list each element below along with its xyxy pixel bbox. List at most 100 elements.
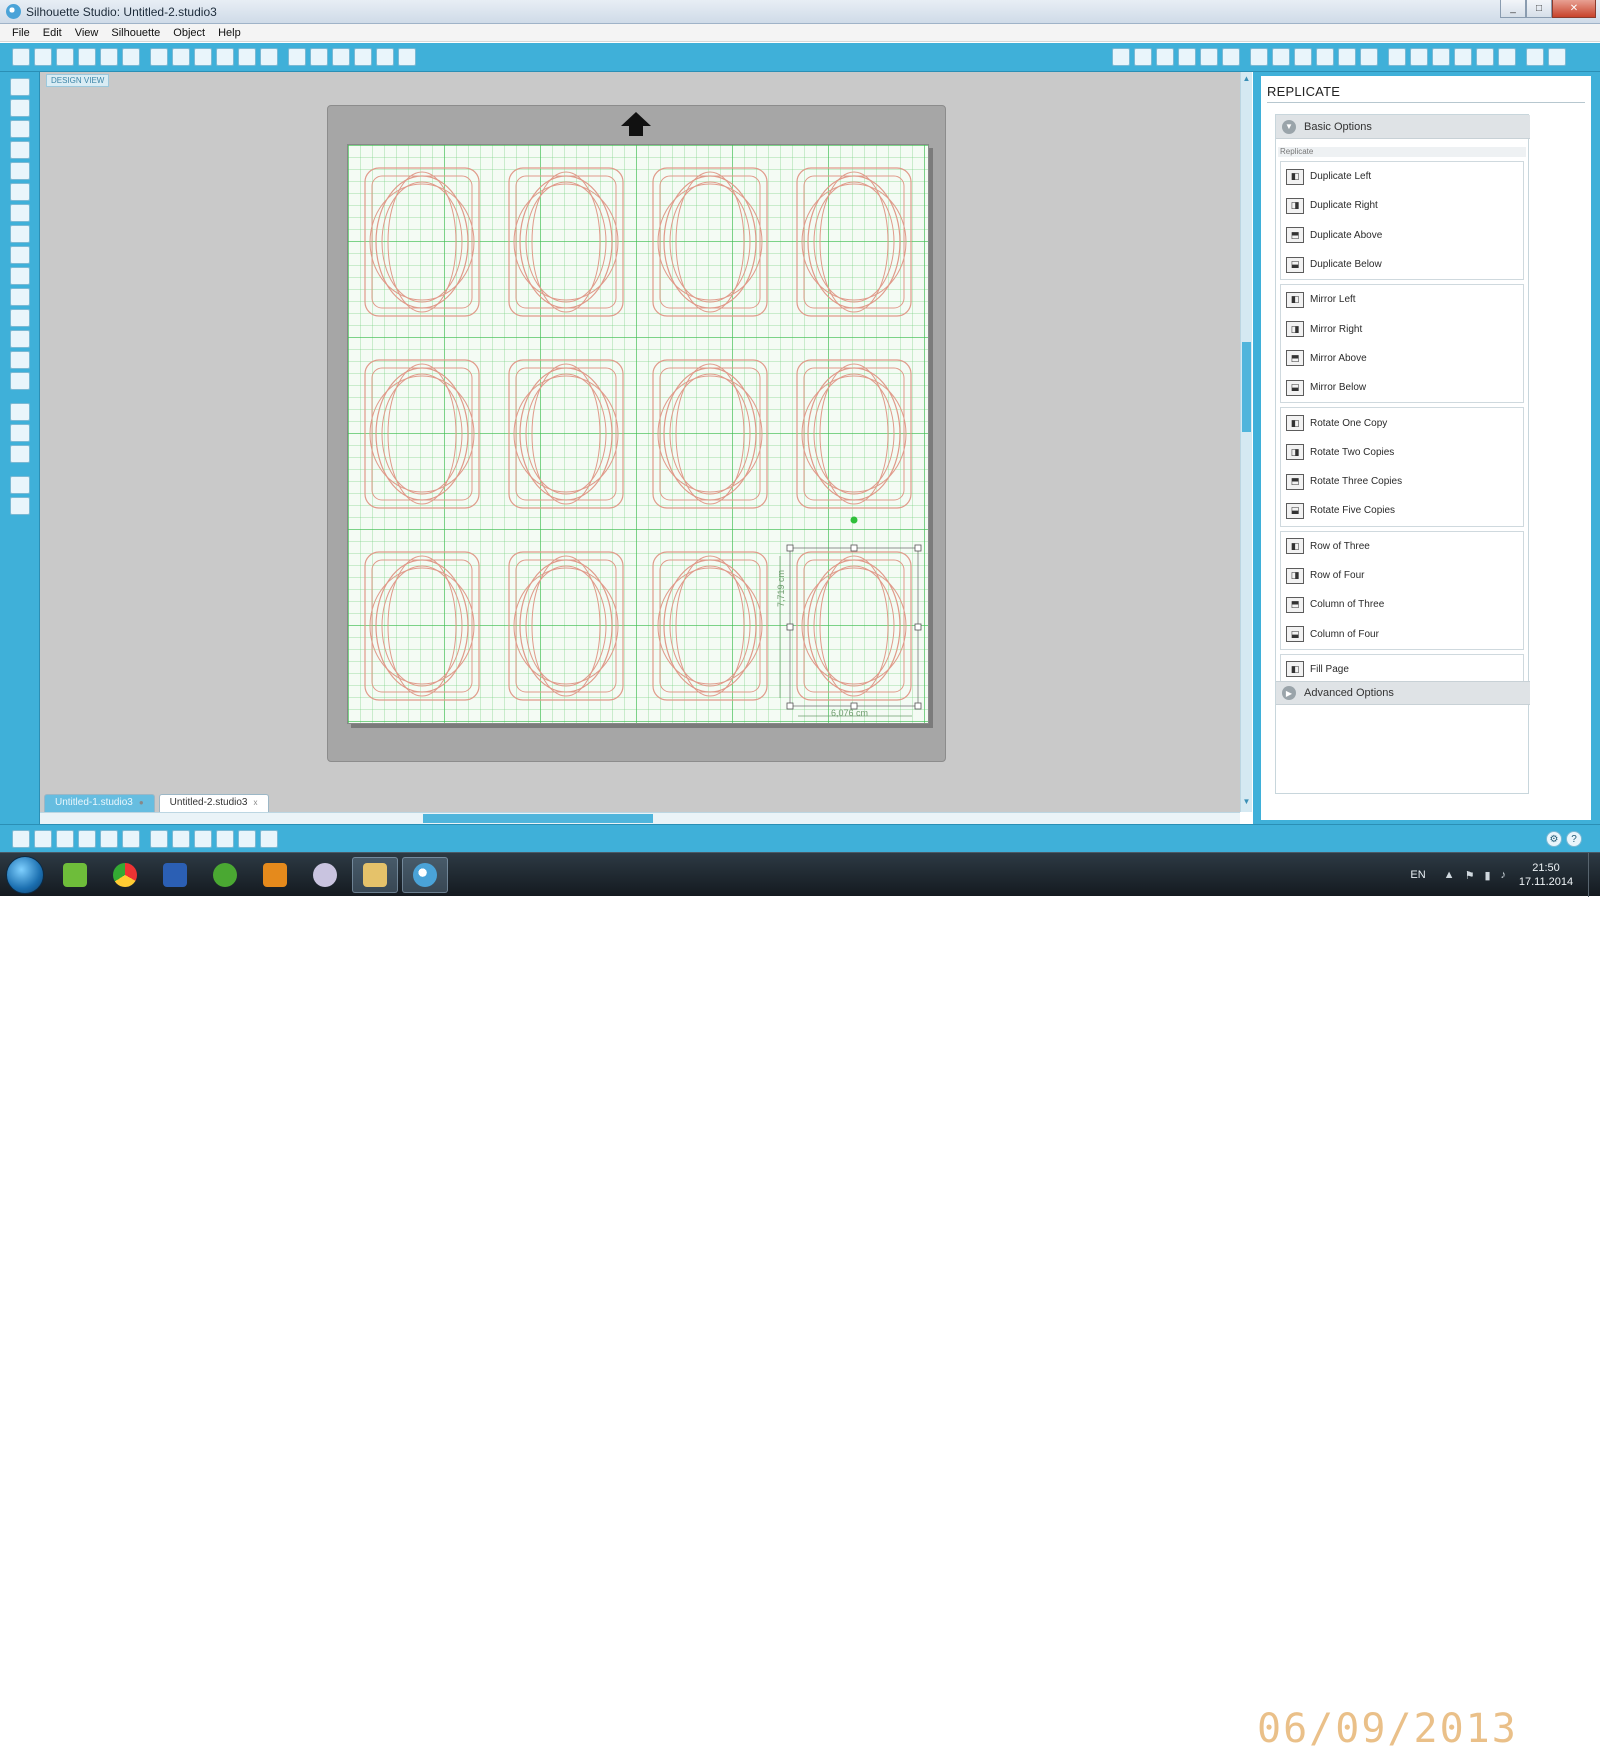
new-icon[interactable] (12, 830, 30, 848)
fit-page-icon[interactable] (398, 48, 416, 66)
knife-icon[interactable] (10, 372, 30, 390)
horizontal-scroll-thumb[interactable] (423, 814, 653, 823)
row-of-four-button[interactable]: ◨ Row of Four (1281, 561, 1523, 590)
oval-frame[interactable] (364, 167, 480, 317)
design-page[interactable]: 7,719 cm 6,076 cm (347, 144, 929, 724)
line-style-icon[interactable] (1222, 48, 1240, 66)
duplicate-below-button[interactable]: ⬓ Duplicate Below (1281, 250, 1523, 279)
print-cut-icon[interactable] (150, 830, 168, 848)
polygon-icon[interactable] (10, 204, 30, 222)
frame-designs[interactable] (348, 145, 930, 725)
cut-icon[interactable] (216, 48, 234, 66)
redo-icon[interactable] (260, 48, 278, 66)
resize-handle[interactable] (786, 544, 794, 552)
basic-options-header[interactable]: ▼ Basic Options (1276, 115, 1530, 139)
rotate-three-copies-button[interactable]: ⬒ Rotate Three Copies (1281, 467, 1523, 496)
rectangle-icon[interactable] (10, 141, 30, 159)
oval-frame[interactable] (796, 359, 912, 509)
mirror-left-button[interactable]: ◧ Mirror Left (1281, 285, 1523, 314)
move-icon[interactable] (1360, 48, 1378, 66)
maximize-button[interactable]: □ (1526, 0, 1552, 18)
smooth-freehand-icon[interactable] (10, 267, 30, 285)
word-app[interactable] (152, 857, 198, 893)
text-style-icon[interactable] (1272, 48, 1290, 66)
print-icon[interactable] (122, 830, 140, 848)
open-icon[interactable] (34, 48, 52, 66)
tab-untitled-1[interactable]: Untitled-1.studio3 ● (44, 794, 155, 812)
minimize-button[interactable]: _ (1500, 0, 1526, 18)
resize-handle[interactable] (786, 702, 794, 710)
save-as-icon[interactable] (100, 48, 118, 66)
pan-icon[interactable] (288, 48, 306, 66)
oval-frame[interactable] (652, 359, 768, 509)
new-icon[interactable] (12, 48, 30, 66)
scroll-down-icon[interactable]: ▼ (1242, 797, 1251, 806)
text-icon[interactable] (10, 330, 30, 348)
menu-help[interactable]: Help (218, 27, 241, 39)
fill-color-icon[interactable] (1432, 48, 1450, 66)
line-icon[interactable] (10, 120, 30, 138)
shape-icon[interactable] (1178, 48, 1196, 66)
oval-frame[interactable] (364, 359, 480, 509)
network-icon[interactable]: ▮ (1484, 869, 1490, 882)
rotate-two-copies-button[interactable]: ◨ Rotate Two Copies (1281, 438, 1523, 467)
library-icon[interactable] (10, 424, 30, 442)
work-area[interactable]: DESIGN VIEW 7,719 cm 6,076 cm (40, 72, 1240, 812)
mirror-below-button[interactable]: ⬓ Mirror Below (1281, 373, 1523, 402)
curve-icon[interactable] (10, 225, 30, 243)
show-desktop-button[interactable] (1588, 853, 1600, 897)
oval-frame[interactable] (652, 167, 768, 317)
template-icon[interactable] (56, 830, 74, 848)
save-icon[interactable] (78, 830, 96, 848)
silhouette-app[interactable] (402, 857, 448, 893)
menu-file[interactable]: File (12, 27, 30, 39)
oval-frame[interactable] (508, 167, 624, 317)
row-of-three-button[interactable]: ◧ Row of Three (1281, 532, 1523, 561)
column-of-four-button[interactable]: ⬓ Column of Four (1281, 619, 1523, 648)
paint-app[interactable] (302, 857, 348, 893)
copy-icon[interactable] (172, 48, 190, 66)
save-as-icon[interactable] (100, 830, 118, 848)
split-view-icon[interactable] (10, 497, 30, 515)
vertical-scrollbar[interactable]: ▲ ▼ (1240, 72, 1252, 812)
rotate-icon[interactable] (1316, 48, 1334, 66)
duplicate-left-button[interactable]: ◧ Duplicate Left (1281, 162, 1523, 191)
paste-icon[interactable] (194, 48, 212, 66)
save-icon[interactable] (78, 48, 96, 66)
language-indicator[interactable]: EN (1410, 869, 1425, 881)
select-icon[interactable] (10, 78, 30, 96)
cut-icon[interactable] (216, 830, 234, 848)
zoom-in-icon[interactable] (310, 48, 328, 66)
eraser-icon[interactable] (10, 351, 30, 369)
redo-icon[interactable] (260, 830, 278, 848)
vertical-scroll-thumb[interactable] (1242, 342, 1251, 432)
duplicate-above-button[interactable]: ⬒ Duplicate Above (1281, 221, 1523, 250)
flag-icon[interactable]: ⚑ (1465, 869, 1475, 882)
grid-icon[interactable] (1156, 48, 1174, 66)
media-player-app[interactable] (252, 857, 298, 893)
oval-frame[interactable] (508, 551, 624, 701)
rotate-one-copy-button[interactable]: ◧ Rotate One Copy (1281, 408, 1523, 437)
close-tab-icon[interactable]: x (254, 798, 258, 807)
duplicate-right-button[interactable]: ◨ Duplicate Right (1281, 191, 1523, 220)
modify-icon[interactable] (1410, 48, 1428, 66)
scroll-up-icon[interactable]: ▲ (1242, 74, 1251, 83)
fill-panel-icon[interactable] (10, 403, 30, 421)
mirror-above-button[interactable]: ⬒ Mirror Above (1281, 344, 1523, 373)
menu-object[interactable]: Object (173, 27, 205, 39)
oval-frame[interactable] (796, 167, 912, 317)
replicate-icon[interactable] (1388, 48, 1406, 66)
fill-page-button[interactable]: ◧ Fill Page (1281, 655, 1523, 684)
start-button[interactable] (6, 856, 44, 894)
clock[interactable]: 21:50 17.11.2014 (1516, 861, 1576, 889)
regular-polygon-icon[interactable] (10, 309, 30, 327)
store-icon[interactable] (10, 445, 30, 463)
volume-icon[interactable]: ♪ (1501, 869, 1507, 881)
template-icon[interactable] (56, 48, 74, 66)
drag-zoom-icon[interactable] (376, 48, 394, 66)
rotate-handle[interactable] (850, 516, 858, 524)
menu-view[interactable]: View (75, 27, 99, 39)
arc-icon[interactable] (10, 288, 30, 306)
scale-icon[interactable] (1338, 48, 1356, 66)
page-setup-icon[interactable] (1134, 48, 1152, 66)
